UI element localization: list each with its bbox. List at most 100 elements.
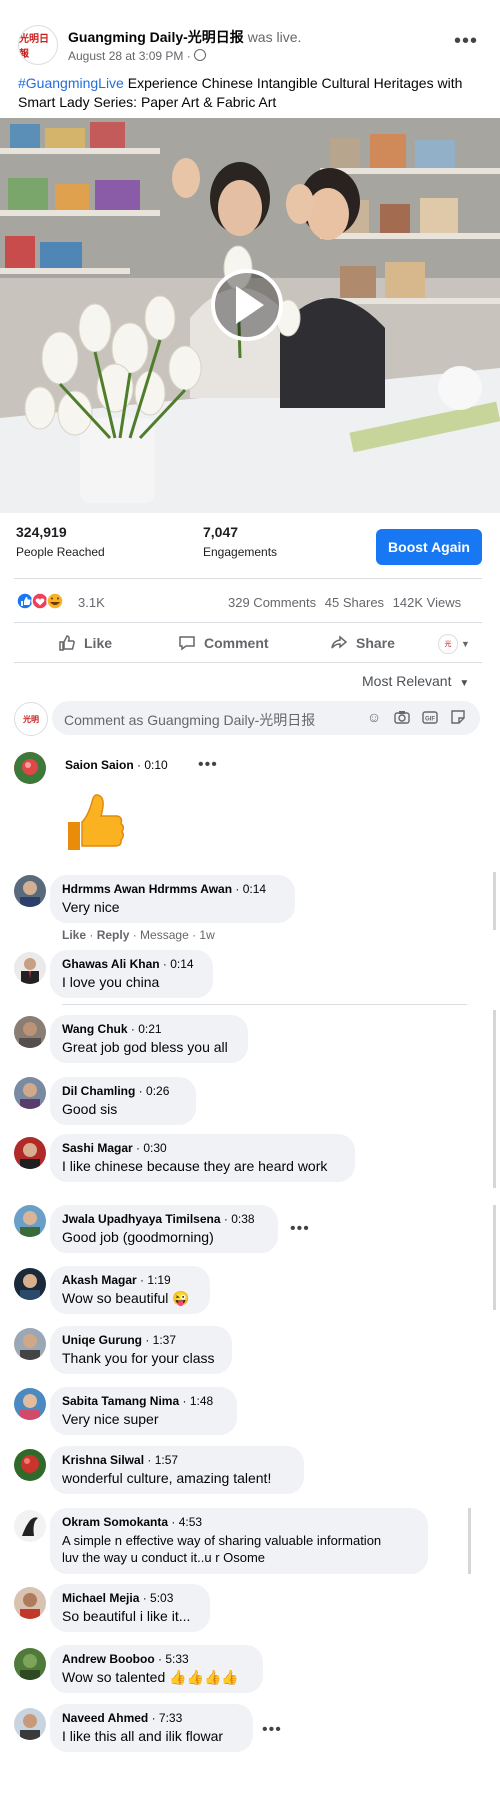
scrollbar-thumb[interactable] [493, 872, 496, 930]
commenter-avatar[interactable] [14, 1388, 46, 1420]
people-reached-stat[interactable]: 324,919 People Reached [16, 524, 105, 559]
comment-bubble: Dil Chamling · 0:26 Good sis [50, 1077, 196, 1125]
share-button-label: Share [356, 635, 395, 651]
share-button[interactable]: Share [330, 634, 395, 652]
commenter-name[interactable]: Sashi Magar [62, 1141, 133, 1155]
commenter-name[interactable]: Dil Chamling [62, 1084, 135, 1098]
commenter-avatar[interactable] [14, 1205, 46, 1237]
comment-age[interactable]: 1w [199, 928, 214, 942]
gif-icon[interactable]: GIF [422, 709, 438, 725]
scrollbar-thumb[interactable] [468, 1508, 471, 1574]
comment-time[interactable]: 5:33 [165, 1652, 188, 1666]
comments-count-link[interactable]: 329 Comments [228, 595, 316, 610]
commenter-name[interactable]: Wang Chuk [62, 1022, 128, 1036]
reaction-count[interactable]: 3.1K [78, 595, 105, 610]
comment-time[interactable]: 0:26 [146, 1084, 169, 1098]
commenter-avatar[interactable] [14, 1268, 46, 1300]
thumbs-up-sticker-icon [62, 786, 125, 856]
engagements-stat[interactable]: 7,047 Engagements [203, 524, 277, 559]
boost-again-button[interactable]: Boost Again [376, 529, 482, 565]
comment-message-link[interactable]: Message [140, 928, 189, 942]
comment-sep: · [136, 1273, 148, 1287]
like-button[interactable]: Like [58, 634, 112, 652]
commenter-name[interactable]: Jwala Upadhyaya Timilsena [62, 1212, 221, 1226]
comment-sep: · [220, 1212, 232, 1226]
comment-bubble: Andrew Booboo · 5:33 Wow so talented 👍👍👍… [50, 1645, 263, 1693]
commenter-avatar[interactable] [14, 875, 46, 907]
comment-sep: · [159, 957, 171, 971]
camera-icon[interactable] [394, 709, 410, 725]
commenter-avatar[interactable] [14, 1328, 46, 1360]
comment-header: Okram Somokanta · 4:53 [62, 1515, 416, 1529]
sticker-icon[interactable] [450, 709, 466, 725]
comment-time[interactable]: 0:30 [143, 1141, 166, 1155]
post-more-options-button[interactable]: ••• [454, 30, 478, 53]
comment-time[interactable]: 5:03 [150, 1591, 173, 1605]
commenter-name[interactable]: Andrew Booboo [62, 1652, 155, 1666]
commenter-avatar[interactable] [14, 1510, 46, 1542]
engagements-label: Engagements [203, 545, 278, 559]
comment-header: Dil Chamling · 0:26 [62, 1084, 184, 1098]
comment-time[interactable]: 0:10 [144, 758, 167, 772]
comment-header: Naveed Ahmed · 7:33 [62, 1711, 241, 1725]
page-avatar[interactable]: 光明日報 [18, 25, 58, 65]
commenter-avatar[interactable] [14, 1137, 46, 1169]
comment-reply-link[interactable]: Reply [97, 928, 130, 942]
commenter-avatar[interactable] [14, 1016, 46, 1048]
comment-bubble: Wang Chuk · 0:21 Great job god bless you… [50, 1015, 248, 1063]
page-name-link[interactable]: Guangming Daily-光明日报 [68, 29, 244, 45]
comment-more-options[interactable]: ••• [290, 1220, 310, 1238]
comment-text: Very nice [62, 899, 120, 915]
commenter-name[interactable]: Uniqe Gurung [62, 1333, 142, 1347]
globe-icon [194, 49, 207, 61]
commenter-avatar[interactable] [14, 952, 46, 984]
comment-time[interactable]: 0:14 [243, 882, 266, 896]
post-time-text[interactable]: August 28 at 3:09 PM · [68, 49, 194, 63]
commenter-name[interactable]: Hdrmms Awan Hdrmms Awan [62, 882, 232, 896]
comment-time[interactable]: 1:57 [155, 1453, 178, 1467]
post-as-selector[interactable]: 光 ▼ [438, 634, 470, 654]
comment-more-options[interactable]: ••• [262, 1721, 282, 1739]
comment-time[interactable]: 1:19 [147, 1273, 170, 1287]
comment-bubble: Sashi Magar · 0:30 I like chinese becaus… [50, 1134, 355, 1182]
comment-time[interactable]: 7:33 [159, 1711, 182, 1725]
commenter-avatar[interactable] [14, 1587, 46, 1619]
commenter-avatar[interactable] [14, 1077, 46, 1109]
scrollbar-thumb[interactable] [493, 1205, 496, 1310]
commenter-avatar[interactable] [14, 752, 46, 784]
commenter-name[interactable]: Sabita Tamang Nima [62, 1394, 179, 1408]
comment-time[interactable]: 0:14 [170, 957, 193, 971]
commenter-avatar[interactable] [14, 1708, 46, 1740]
hashtag-link[interactable]: #GuangmingLive [18, 75, 124, 91]
comment-time[interactable]: 1:37 [153, 1333, 176, 1347]
commenter-avatar[interactable] [14, 1648, 46, 1680]
emoji-icon[interactable]: ☺ [366, 709, 382, 725]
commenter-name[interactable]: Michael Mejia [62, 1591, 139, 1605]
comment-time[interactable]: 0:38 [231, 1212, 254, 1226]
reaction-icons[interactable] [16, 591, 76, 611]
engagement-counts: 329 Comments 45 Shares 142K Views [228, 595, 461, 610]
comment-header: Sashi Magar · 0:30 [62, 1141, 343, 1155]
video-player[interactable] [0, 118, 500, 513]
comment-like-link[interactable]: Like [62, 928, 86, 942]
comment-time[interactable]: 0:21 [138, 1022, 161, 1036]
comment-more-options[interactable]: ••• [198, 756, 218, 774]
commenter-name[interactable]: Krishna Silwal [62, 1453, 144, 1467]
comment-time[interactable]: 1:48 [190, 1394, 213, 1408]
commenter-name[interactable]: Saion Saion [65, 758, 134, 772]
shares-count-link[interactable]: 45 Shares [325, 595, 384, 610]
comment-button[interactable]: Comment [178, 634, 269, 652]
comment-header: Uniqe Gurung · 1:37 [62, 1333, 220, 1347]
commenter-name[interactable]: Naveed Ahmed [62, 1711, 148, 1725]
caret-down-icon: ▼ [459, 678, 470, 689]
commenter-avatar[interactable] [14, 1449, 46, 1481]
commenter-name[interactable]: Ghawas Ali Khan [62, 957, 160, 971]
comment-time[interactable]: 4:53 [179, 1515, 202, 1529]
scrollbar-thumb[interactable] [493, 1010, 496, 1188]
comment-header: Krishna Silwal · 1:57 [62, 1453, 292, 1467]
commenter-name[interactable]: Akash Magar [62, 1273, 137, 1287]
comment-sort-dropdown[interactable]: Most Relevant ▼ [362, 673, 469, 689]
post-timestamp[interactable]: August 28 at 3:09 PM · [68, 49, 207, 63]
comment-actions: Like · Reply · Message · 1w [62, 928, 215, 942]
commenter-name[interactable]: Okram Somokanta [62, 1515, 168, 1529]
